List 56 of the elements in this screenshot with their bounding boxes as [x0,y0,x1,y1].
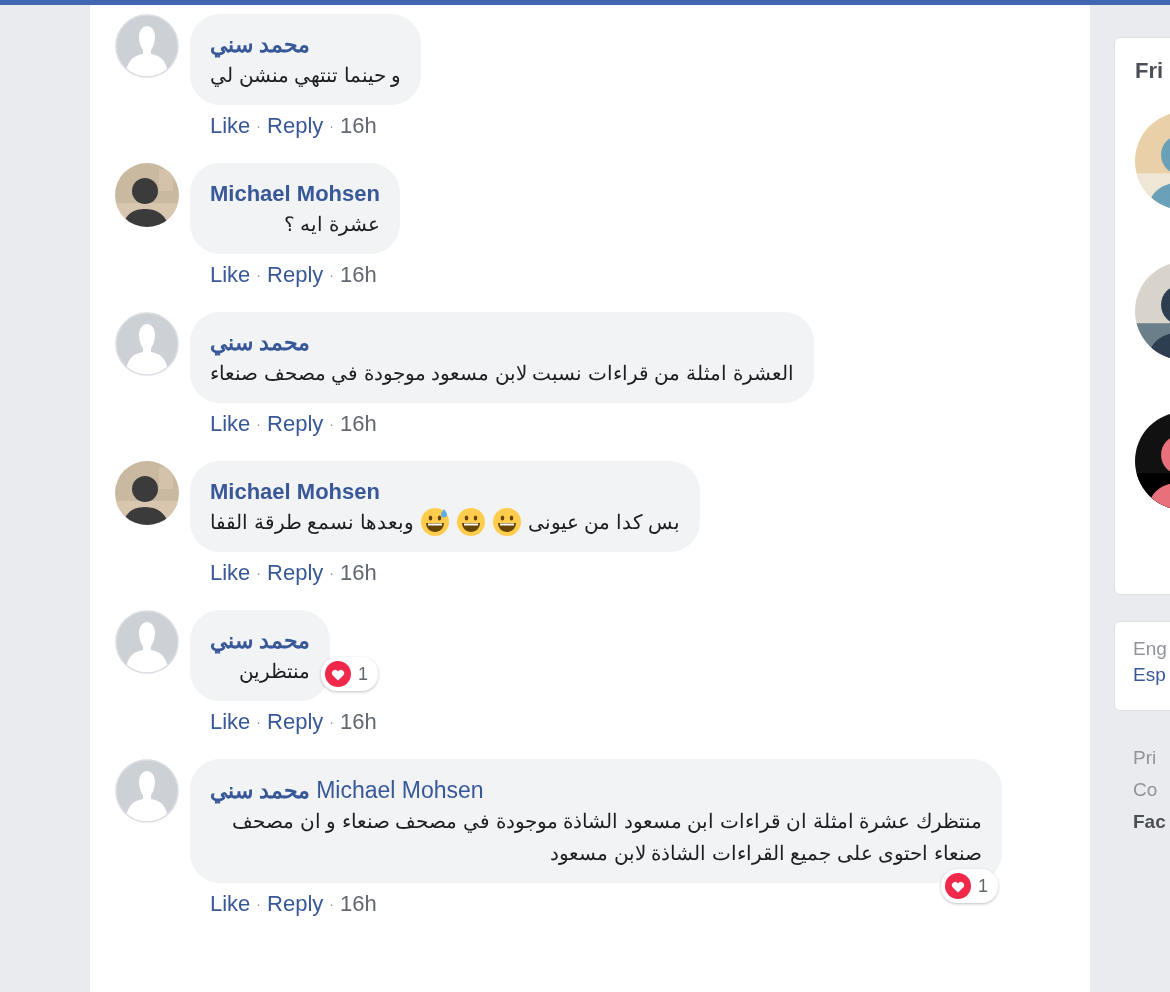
comment-time[interactable]: 16h [339,113,377,139]
avatar-icon[interactable] [115,14,179,78]
separator-dot: · [329,416,334,432]
language-label: Eng [1133,638,1167,660]
separator-dot: · [329,896,334,912]
card-title: Fri [1135,58,1165,84]
reply-link[interactable]: Reply [267,560,324,586]
like-link[interactable]: Like [210,262,251,288]
separator-dot: · [256,714,262,730]
avatar-icon[interactable] [115,312,179,376]
separator-dot: · [329,118,334,134]
footer-text: Fac [1133,811,1166,833]
comment-text: منتظرك عشرة امثلة ان قراءات ابن مسعود الشاذة موجودة في مصحف صنعاء و ان مصحف صنعاء احتوى على جميع القراءات الشاذة لابن مسعود [231,809,982,867]
like-link[interactable]: Like [210,891,251,917]
reply-link[interactable]: Reply [267,411,324,437]
comment-text: بس كدا من عيونى [527,510,681,536]
like-link[interactable]: Like [210,411,251,437]
comment-text: منتظرين [239,659,311,685]
comment-text: العشرة امثلة من قراءات نسبت لابن مسعود موجودة في مصحف صنعاء [210,361,794,387]
reply-link[interactable]: Reply [267,891,324,917]
separator-dot: · [329,714,334,730]
separator-dot: · [329,565,334,581]
comment-time[interactable]: 16h [339,709,377,735]
comment-author[interactable]: محمد سني [210,329,311,357]
comment-time[interactable]: 16h [339,411,377,437]
separator-dot: · [256,896,262,912]
separator-dot: · [256,565,262,581]
separator-dot: · [329,267,334,283]
avatar-icon[interactable] [115,610,179,674]
comment-time[interactable]: 16h [339,262,377,288]
like-link[interactable]: Like [210,709,251,735]
comment-author[interactable]: محمد سني [210,31,311,59]
comment-time[interactable]: 16h [339,891,377,917]
avatar-icon[interactable] [115,759,179,823]
reply-link[interactable]: Reply [267,113,324,139]
like-link[interactable]: Like [210,113,251,139]
comment-text: وبعدها نسمع طرقة القفا [210,510,414,536]
separator-dot: · [256,267,262,283]
footer-text: Pri [1133,747,1157,769]
comment-author[interactable]: Michael Mohsen [210,180,380,208]
comment-author[interactable]: محمد سني [210,627,311,655]
comment-author[interactable]: Michael Mohsen [210,478,380,506]
comment-text: عشرة ايه ؟ [283,212,380,238]
comment-text: و حينما تنتهي منشن لي [210,63,402,89]
mention-link[interactable]: Michael Mohsen [316,776,484,804]
reaction-badge[interactable]: 1 [941,869,998,903]
reaction-badge[interactable]: 1 [321,657,379,691]
separator-dot: · [256,416,262,432]
reply-link[interactable]: Reply [267,709,324,735]
comment-author[interactable]: محمد سني [210,777,311,805]
separator-dot: · [256,118,262,134]
language-link[interactable]: Esp [1133,664,1166,686]
comment-time[interactable]: 16h [339,560,377,586]
reply-link[interactable]: Reply [267,262,324,288]
like-link[interactable]: Like [210,560,251,586]
footer-text: Co [1133,779,1158,801]
